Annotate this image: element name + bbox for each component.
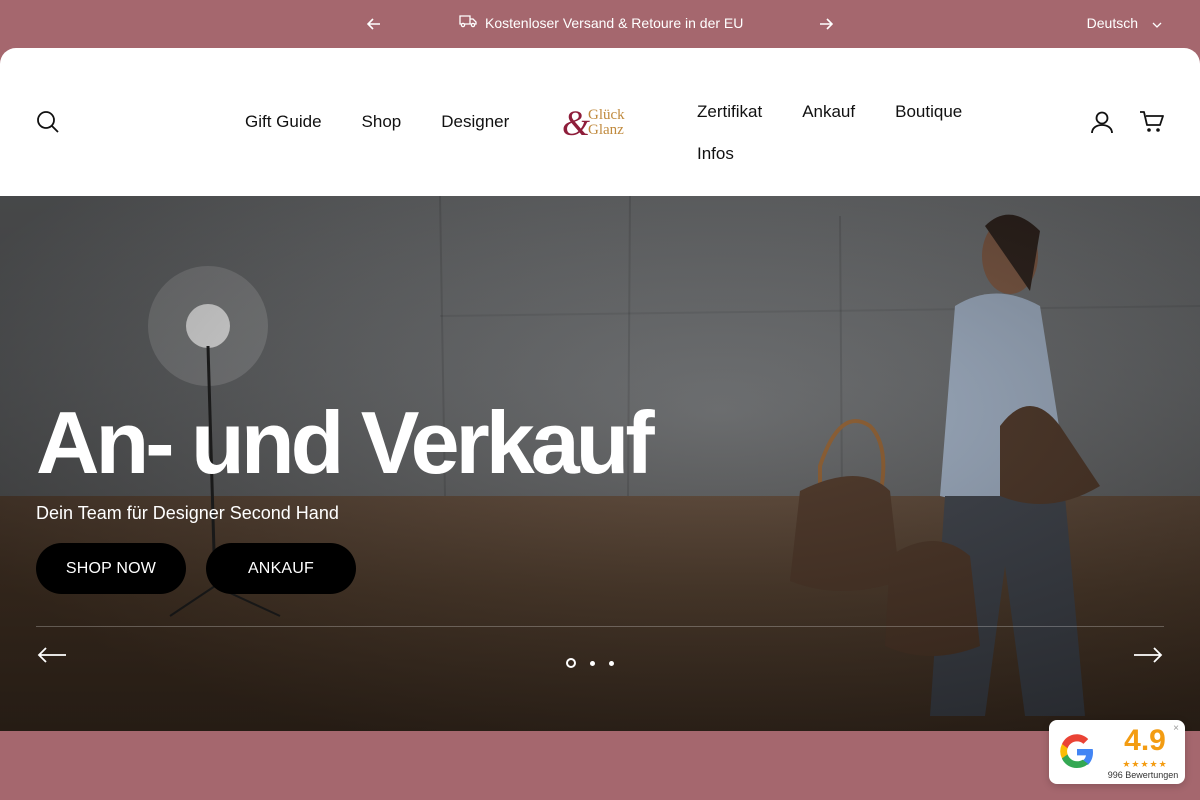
announcement-prev-arrow-icon[interactable] [362,12,386,36]
announcement-bar: Kostenloser Versand & Retoure in der EU … [0,0,1200,48]
rating-stars-icon: ★★★★★ [1122,759,1168,769]
shop-now-button[interactable]: SHOP NOW [36,543,186,594]
nav-designer[interactable]: Designer [441,112,509,132]
slide-dot-1[interactable] [566,658,576,668]
google-reviews-badge[interactable]: 4.9 ★★★★★ 996 Bewertungen × [1049,720,1185,784]
hero-title: An- und Verkauf [36,393,655,492]
hero-divider [36,626,1164,627]
truck-icon [459,14,477,31]
logo-word-glanz: Glanz [588,122,624,138]
slide-prev-arrow-icon[interactable] [36,642,68,668]
primary-nav-left: Gift Guide Shop Designer [245,112,509,132]
cart-icon[interactable] [1138,108,1166,136]
brand-logo[interactable]: & Glück Glanz [560,103,640,144]
search-icon[interactable] [34,108,62,136]
site-header: Gift Guide Shop Designer & Glück Glanz Z… [0,48,1200,196]
close-icon[interactable]: × [1173,723,1179,734]
rating-score: 4.9 [1124,724,1166,757]
primary-nav-right: Zertifikat Ankauf Boutique Infos [697,91,997,175]
announcement-next-arrow-icon[interactable] [814,12,838,36]
language-selector[interactable]: Deutsch [1087,15,1162,31]
ankauf-button[interactable]: ANKAUF [206,543,356,594]
nav-zertifikat[interactable]: Zertifikat [697,102,762,122]
google-logo-icon [1059,734,1095,770]
language-label: Deutsch [1086,15,1138,31]
nav-gift-guide[interactable]: Gift Guide [245,112,322,132]
announcement-text: Kostenloser Versand & Retoure in der EU [485,14,744,31]
nav-boutique[interactable]: Boutique [895,102,962,122]
chevron-down-icon [1152,15,1162,31]
hero-slideshow: An- und Verkauf Dein Team für Designer S… [0,196,1200,731]
hero-subtitle: Dein Team für Designer Second Hand [36,503,339,523]
nav-ankauf[interactable]: Ankauf [802,102,855,122]
announcement-message: Kostenloser Versand & Retoure in der EU [459,14,743,31]
nav-shop[interactable]: Shop [362,112,402,132]
review-count: 996 Bewertungen [1107,770,1179,780]
account-icon[interactable] [1088,108,1116,136]
logo-ampersand: & [562,103,591,143]
slide-dot-3[interactable] [609,660,614,666]
nav-infos[interactable]: Infos [697,144,734,164]
logo-word-glueck: Glück [588,107,625,123]
slide-dots [566,658,614,668]
slide-next-arrow-icon[interactable] [1132,642,1164,668]
slide-dot-2[interactable] [590,660,595,666]
